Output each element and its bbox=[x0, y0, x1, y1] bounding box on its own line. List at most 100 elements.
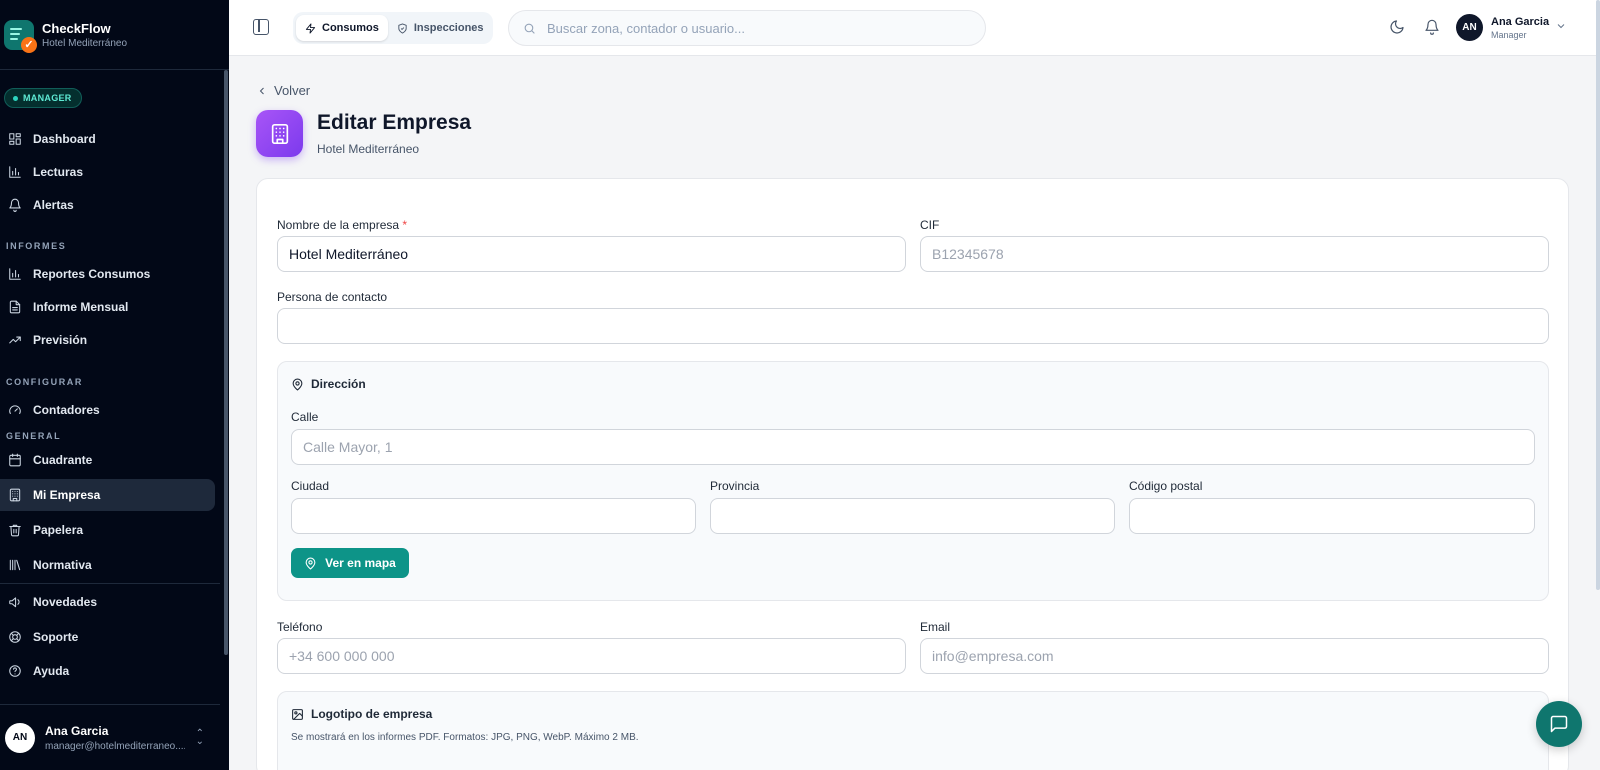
document-icon bbox=[9, 300, 21, 314]
sidebar-header[interactable]: ✓ CheckFlow Hotel Mediterráneo bbox=[0, 0, 229, 70]
tab-label: Inspecciones bbox=[413, 22, 484, 34]
sidebar-item-label: Alertas bbox=[33, 198, 74, 212]
search-input[interactable] bbox=[547, 20, 967, 36]
chevron-down-icon[interactable] bbox=[1555, 20, 1567, 32]
sidebar-item-label: Ayuda bbox=[33, 664, 70, 678]
section-configurar: CONFIGURAR bbox=[6, 377, 83, 387]
sidebar-item-label: Previsión bbox=[33, 333, 88, 347]
user-name[interactable]: Ana Garcia bbox=[1491, 16, 1549, 28]
avatar: AN bbox=[5, 722, 35, 753]
page-subtitle: Hotel Mediterráneo bbox=[317, 142, 420, 156]
megaphone-icon bbox=[9, 597, 20, 608]
postal-code-label: Código postal bbox=[1129, 479, 1203, 493]
avatar[interactable]: AN bbox=[1456, 14, 1483, 41]
app-name: CheckFlow bbox=[42, 20, 111, 36]
email-label: Email bbox=[920, 620, 951, 634]
gauge-icon bbox=[9, 405, 21, 415]
shield-check-icon bbox=[398, 22, 407, 34]
sidebar-item-normativa[interactable]: Normativa bbox=[0, 549, 215, 581]
view-map-button[interactable]: Ver en mapa bbox=[291, 548, 409, 578]
sidebar-item-informe-mensual[interactable]: Informe Mensual bbox=[0, 291, 215, 323]
sidebar-item-cuadrante[interactable]: Cuadrante bbox=[0, 444, 215, 476]
chat-icon bbox=[1550, 715, 1568, 733]
module-switcher: Consumos Inspecciones bbox=[293, 12, 493, 44]
help-circle-icon bbox=[9, 665, 21, 677]
phone-label: Teléfono bbox=[277, 620, 323, 634]
sidebar-item-label: Normativa bbox=[33, 558, 92, 572]
lifebuoy-icon bbox=[9, 631, 21, 643]
sidebar-item-mi-empresa[interactable]: Mi Empresa bbox=[0, 479, 215, 511]
tab-label: Consumos bbox=[322, 22, 379, 34]
sidebar-user-menu[interactable]: AN Ana Garcia manager@hotelmediterraneo.… bbox=[0, 704, 220, 770]
city-input[interactable] bbox=[291, 498, 696, 534]
sidebar-item-lecturas[interactable]: Lecturas bbox=[0, 156, 215, 188]
sidebar-toggle-icon[interactable] bbox=[253, 19, 269, 35]
sidebar-divider bbox=[0, 583, 220, 584]
search-bar[interactable] bbox=[508, 10, 986, 46]
sidebar-item-reportes-consumos[interactable]: Reportes Consumos bbox=[0, 258, 215, 290]
sidebar-item-novedades[interactable]: Novedades bbox=[0, 586, 215, 618]
sidebar-item-papelera[interactable]: Papelera bbox=[0, 514, 215, 546]
map-pin-icon bbox=[292, 378, 303, 390]
sidebar-item-contadores[interactable]: Contadores bbox=[0, 394, 215, 426]
user-email: manager@hotelmediterraneo.... bbox=[45, 740, 185, 752]
address-title-text: Dirección bbox=[311, 377, 366, 391]
sidebar-scrollbar[interactable] bbox=[224, 70, 228, 655]
sidebar-item-label: Cuadrante bbox=[33, 453, 93, 467]
bar-chart-icon bbox=[9, 268, 21, 280]
tab-inspecciones[interactable]: Inspecciones bbox=[388, 15, 493, 41]
page-scrollbar[interactable] bbox=[1596, 0, 1600, 590]
bell-icon bbox=[9, 198, 21, 212]
logo-section-title: Logotipo de empresa bbox=[291, 707, 432, 721]
building-icon bbox=[9, 488, 21, 502]
contact-person-input[interactable] bbox=[277, 308, 1549, 344]
email-input[interactable] bbox=[920, 638, 1549, 674]
trash-icon bbox=[9, 524, 21, 537]
sidebar-item-label: Reportes Consumos bbox=[33, 267, 151, 281]
sidebar-item-label: Soporte bbox=[33, 630, 79, 644]
back-link[interactable]: Volver bbox=[256, 83, 310, 98]
sidebar-item-alertas[interactable]: Alertas bbox=[0, 189, 215, 221]
tab-consumos[interactable]: Consumos bbox=[296, 15, 388, 41]
trending-up-icon bbox=[9, 336, 21, 344]
sidebar-item-label: Lecturas bbox=[33, 165, 84, 179]
cif-input[interactable] bbox=[920, 236, 1549, 272]
bar-chart-icon bbox=[9, 166, 21, 178]
library-icon bbox=[9, 559, 21, 571]
status-dot-icon bbox=[13, 95, 18, 101]
search-icon bbox=[524, 23, 535, 34]
logo-title-text: Logotipo de empresa bbox=[311, 707, 433, 721]
street-label: Calle bbox=[291, 410, 319, 424]
user-role: Manager bbox=[1491, 30, 1527, 40]
sidebar: ✓ CheckFlow Hotel Mediterráneo MANAGER D… bbox=[0, 0, 229, 770]
image-icon bbox=[292, 708, 303, 720]
phone-input[interactable] bbox=[277, 638, 906, 674]
street-input[interactable] bbox=[291, 429, 1535, 465]
building-icon bbox=[256, 110, 303, 157]
logo-hint: Se mostrará en los informes PDF. Formato… bbox=[291, 732, 639, 743]
moon-icon[interactable] bbox=[1389, 19, 1405, 35]
user-name: Ana Garcia bbox=[45, 723, 109, 738]
sidebar-item-label: Informe Mensual bbox=[33, 300, 129, 314]
back-label: Volver bbox=[274, 83, 311, 98]
sidebar-item-dashboard[interactable]: Dashboard bbox=[0, 123, 215, 155]
nombre-label: Nombre de la empresa * bbox=[277, 218, 407, 232]
sidebar-item-ayuda[interactable]: Ayuda bbox=[0, 655, 215, 687]
province-input[interactable] bbox=[710, 498, 1115, 534]
role-badge-label: MANAGER bbox=[23, 93, 72, 103]
province-label: Provincia bbox=[710, 479, 760, 493]
sidebar-item-prevision[interactable]: Previsión bbox=[0, 324, 215, 356]
page-title: Editar Empresa bbox=[317, 111, 472, 134]
sidebar-item-label: Dashboard bbox=[33, 132, 96, 146]
cif-label: CIF bbox=[920, 218, 940, 232]
sidebar-item-label: Novedades bbox=[33, 595, 98, 609]
chevron-up-down-icon: ⌃ ⌄ bbox=[195, 728, 204, 747]
dashboard-icon bbox=[9, 133, 21, 145]
company-name-input[interactable] bbox=[277, 236, 906, 272]
section-general: GENERAL bbox=[6, 431, 62, 441]
sidebar-item-soporte[interactable]: Soporte bbox=[0, 621, 215, 653]
chat-button[interactable] bbox=[1536, 701, 1582, 747]
bell-icon[interactable] bbox=[1424, 19, 1440, 35]
zap-icon bbox=[305, 22, 316, 34]
postal-code-input[interactable] bbox=[1129, 498, 1535, 534]
